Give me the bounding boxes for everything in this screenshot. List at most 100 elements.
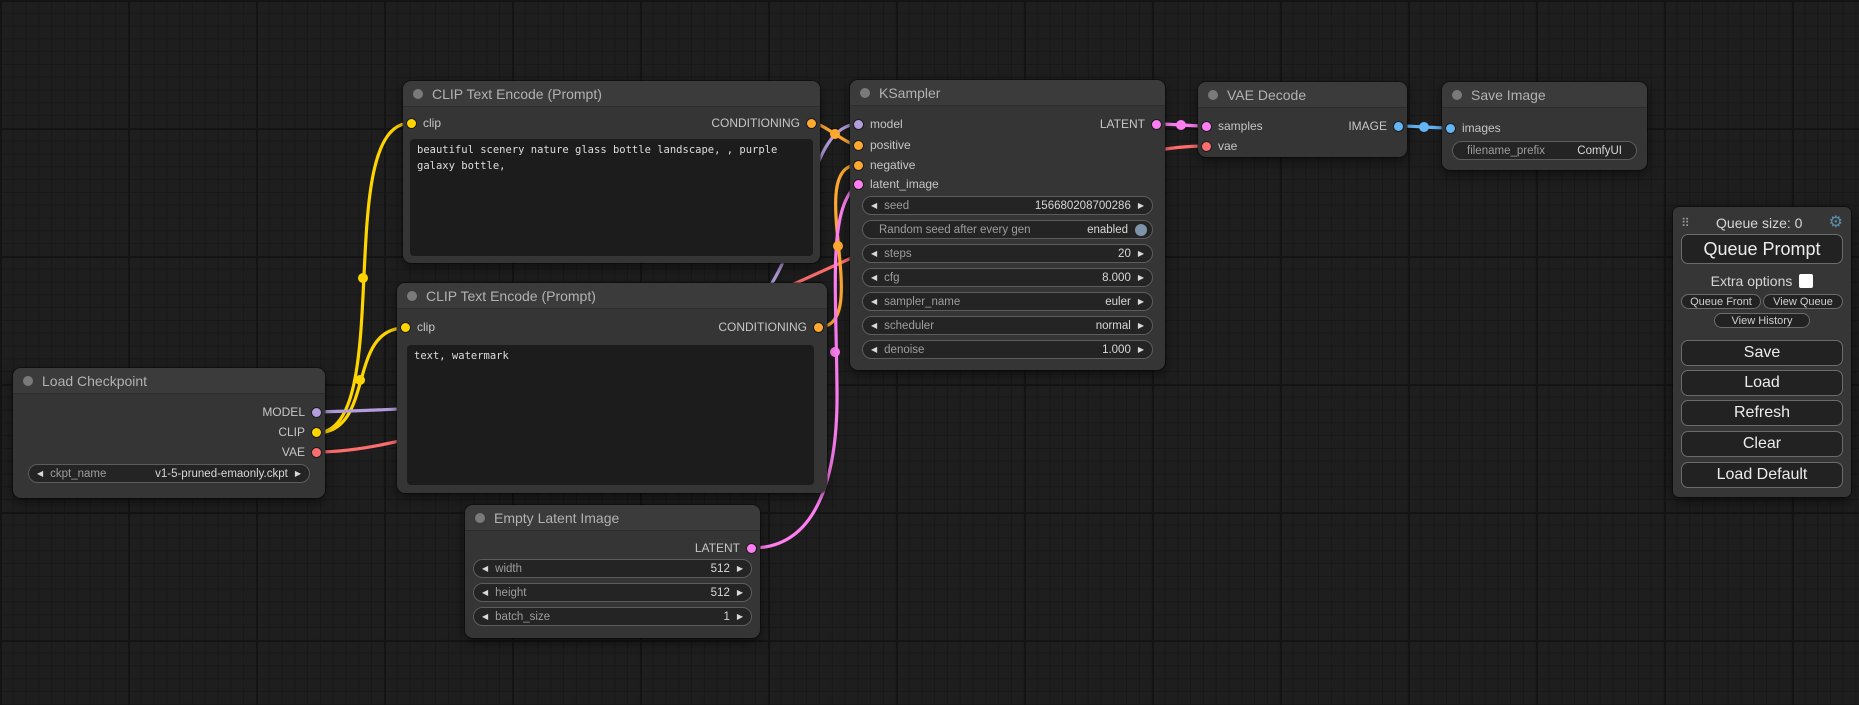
model-port-dot[interactable] (854, 120, 863, 129)
decrement-arrow-icon[interactable]: ◀ (871, 346, 877, 354)
widget-ckpt-name[interactable]: ◀ ckpt_name v1-5-pruned-emaonly.ckpt ▶ (28, 464, 310, 483)
node-titlebar[interactable]: KSampler (850, 80, 1165, 106)
save-button[interactable]: Save (1681, 340, 1843, 366)
increment-arrow-icon[interactable]: ▶ (737, 565, 743, 573)
increment-arrow-icon[interactable]: ▶ (1138, 322, 1144, 330)
increment-arrow-icon[interactable]: ▶ (1138, 346, 1144, 354)
toggle-enabled-indicator[interactable] (1135, 224, 1147, 236)
conditioning-port-dot[interactable] (814, 323, 823, 332)
clip-port-dot[interactable] (312, 428, 321, 437)
collapse-dot[interactable] (1452, 90, 1462, 100)
output-vae: VAE (282, 442, 321, 462)
queue-prompt-button[interactable]: Queue Prompt (1681, 234, 1843, 264)
decrement-arrow-icon[interactable]: ◀ (37, 470, 43, 478)
view-queue-button[interactable]: View Queue (1763, 294, 1843, 309)
widget-steps[interactable]: ◀ steps 20 ▶ (862, 244, 1153, 263)
collapse-dot[interactable] (475, 513, 485, 523)
widget-seed[interactable]: ◀ seed 156680208700286 ▶ (862, 196, 1153, 215)
node-titlebar[interactable]: Empty Latent Image (465, 505, 760, 531)
decrement-arrow-icon[interactable]: ◀ (871, 274, 877, 282)
clear-button[interactable]: Clear (1681, 431, 1843, 457)
decrement-arrow-icon[interactable]: ◀ (482, 565, 488, 573)
latent-port-dot[interactable] (747, 544, 756, 553)
decrement-arrow-icon[interactable]: ◀ (871, 250, 877, 258)
latent-port-dot[interactable] (854, 180, 863, 189)
extra-options-checkbox[interactable] (1799, 274, 1813, 288)
output-model: MODEL (262, 402, 321, 422)
input-negative: negative (854, 155, 915, 175)
widget-scheduler[interactable]: ◀ scheduler normal ▶ (862, 316, 1153, 335)
widget-random-seed-toggle[interactable]: Random seed after every gen enabled (862, 220, 1153, 239)
decrement-arrow-icon[interactable]: ◀ (482, 589, 488, 597)
latent-port-dot[interactable] (1152, 120, 1161, 129)
widget-sampler-name[interactable]: ◀ sampler_name euler ▶ (862, 292, 1153, 311)
load-button[interactable]: Load (1681, 370, 1843, 396)
image-port-dot[interactable] (1394, 122, 1403, 131)
widget-denoise[interactable]: ◀ denoise 1.000 ▶ (862, 340, 1153, 359)
widget-height[interactable]: ◀ height 512 ▶ (473, 583, 752, 602)
port-label: negative (870, 158, 915, 172)
widget-label: filename_prefix (1467, 145, 1545, 157)
widget-value: ComfyUI (1577, 145, 1622, 157)
increment-arrow-icon[interactable]: ▶ (1138, 298, 1144, 306)
collapse-dot[interactable] (23, 376, 33, 386)
prompt-textarea[interactable]: beautiful scenery nature glass bottle la… (410, 139, 813, 256)
node-clip-text-encode-negative: CLIP Text Encode (Prompt) clip CONDITION… (397, 283, 827, 493)
increment-arrow-icon[interactable]: ▶ (1138, 274, 1144, 282)
widget-cfg[interactable]: ◀ cfg 8.000 ▶ (862, 268, 1153, 287)
link-dot (355, 375, 365, 385)
widget-width[interactable]: ◀ width 512 ▶ (473, 559, 752, 578)
node-empty-latent-image: Empty Latent Image LATENT ◀ width 512 ▶ … (465, 505, 760, 638)
decrement-arrow-icon[interactable]: ◀ (482, 613, 488, 621)
widget-filename-prefix[interactable]: filename_prefix ComfyUI (1452, 141, 1637, 160)
drag-handle-icon[interactable]: ⠿ (1681, 216, 1690, 230)
clip-port-dot[interactable] (407, 119, 416, 128)
input-clip: clip (401, 317, 435, 337)
settings-gear-icon[interactable]: ⚙ (1829, 215, 1843, 231)
widget-value: enabled (1087, 224, 1128, 236)
node-title: CLIP Text Encode (Prompt) (432, 86, 602, 102)
node-titlebar[interactable]: Save Image (1442, 82, 1647, 108)
queue-front-button[interactable]: Queue Front (1681, 294, 1761, 309)
decrement-arrow-icon[interactable]: ◀ (871, 322, 877, 330)
node-save-image: Save Image images filename_prefix ComfyU… (1442, 82, 1647, 170)
conditioning-port-dot[interactable] (854, 161, 863, 170)
widget-label: sampler_name (884, 296, 960, 308)
port-label: positive (870, 138, 911, 152)
node-titlebar[interactable]: CLIP Text Encode (Prompt) (403, 81, 820, 107)
collapse-dot[interactable] (1208, 90, 1218, 100)
collapse-dot[interactable] (407, 291, 417, 301)
latent-port-dot[interactable] (1202, 122, 1211, 131)
conditioning-port-dot[interactable] (807, 119, 816, 128)
decrement-arrow-icon[interactable]: ◀ (871, 298, 877, 306)
decrement-arrow-icon[interactable]: ◀ (871, 202, 877, 210)
load-default-button[interactable]: Load Default (1681, 462, 1843, 488)
collapse-dot[interactable] (860, 88, 870, 98)
node-titlebar[interactable]: CLIP Text Encode (Prompt) (397, 283, 827, 309)
node-titlebar[interactable]: Load Checkpoint (13, 368, 325, 394)
node-ksampler: KSampler model positive negative latent_… (850, 80, 1165, 370)
clip-port-dot[interactable] (401, 323, 410, 332)
increment-arrow-icon[interactable]: ▶ (737, 589, 743, 597)
model-port-dot[interactable] (312, 408, 321, 417)
collapse-dot[interactable] (413, 89, 423, 99)
increment-arrow-icon[interactable]: ▶ (1138, 202, 1144, 210)
increment-arrow-icon[interactable]: ▶ (1138, 250, 1144, 258)
vae-port-dot[interactable] (1202, 142, 1211, 151)
widget-label: batch_size (495, 611, 550, 623)
vae-port-dot[interactable] (312, 448, 321, 457)
refresh-button[interactable]: Refresh (1681, 400, 1843, 426)
increment-arrow-icon[interactable]: ▶ (295, 470, 301, 478)
conditioning-port-dot[interactable] (854, 141, 863, 150)
view-history-button[interactable]: View History (1714, 313, 1810, 328)
node-title: KSampler (879, 85, 940, 101)
node-title: Load Checkpoint (42, 373, 147, 389)
increment-arrow-icon[interactable]: ▶ (737, 613, 743, 621)
prompt-textarea[interactable]: text, watermark (407, 345, 814, 485)
queue-panel: ⠿ Queue size: 0 ⚙ Queue Prompt Extra opt… (1673, 207, 1851, 497)
port-label: clip (423, 116, 441, 130)
node-titlebar[interactable]: VAE Decode (1198, 82, 1407, 108)
widget-batch-size[interactable]: ◀ batch_size 1 ▶ (473, 607, 752, 626)
image-port-dot[interactable] (1446, 124, 1455, 133)
node-editor-canvas[interactable]: Load Checkpoint MODEL CLIP VAE ◀ ckpt_na… (0, 0, 1859, 705)
